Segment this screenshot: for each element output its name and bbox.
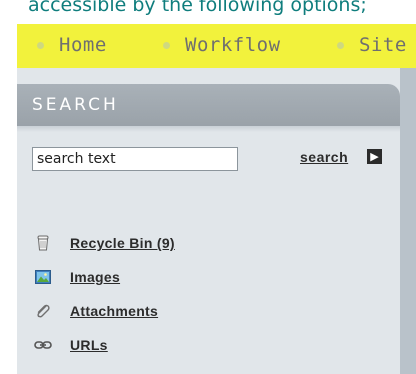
images-link[interactable]: Images (33, 267, 120, 287)
panel-right-edge (400, 68, 416, 374)
search-panel-header: SEARCH (17, 84, 400, 126)
link-icon (33, 335, 53, 355)
link-label: URLs (70, 337, 108, 353)
search-link[interactable]: search (300, 149, 348, 165)
search-arrow-icon[interactable]: ▶ (367, 149, 382, 164)
intro-text-fragment: accessible by the following options; (0, 0, 416, 24)
link-label: Recycle Bin (9) (70, 235, 175, 251)
nav-item-label: Workflow (185, 34, 281, 56)
search-panel-title: SEARCH (32, 95, 119, 115)
nav-item-site[interactable]: Site (337, 34, 407, 56)
bullet-icon (37, 41, 44, 49)
link-label: Images (70, 269, 121, 285)
search-panel: SEARCH search ▶ Recycle Bin (9) Image (17, 68, 400, 374)
nav-item-home[interactable]: Home (37, 34, 107, 56)
urls-link[interactable]: URLs (33, 335, 108, 355)
nav-item-workflow[interactable]: Workflow (163, 34, 281, 56)
header-shadow (17, 126, 400, 132)
bullet-icon (337, 41, 344, 49)
attachments-link[interactable]: Attachments (33, 301, 158, 321)
top-nav-bar: Home Workflow Site (17, 24, 416, 68)
nav-item-label: Site (359, 34, 407, 56)
intro-text: accessible by the following options; (28, 0, 367, 16)
image-icon (33, 267, 53, 287)
paperclip-icon (33, 301, 53, 321)
search-input[interactable] (32, 147, 238, 171)
recycle-bin-link[interactable]: Recycle Bin (9) (33, 233, 175, 253)
left-gutter (0, 68, 17, 374)
link-label: Attachments (70, 303, 159, 319)
recycle-bin-icon (33, 233, 53, 253)
nav-item-label: Home (59, 34, 107, 56)
bullet-icon (163, 41, 170, 49)
